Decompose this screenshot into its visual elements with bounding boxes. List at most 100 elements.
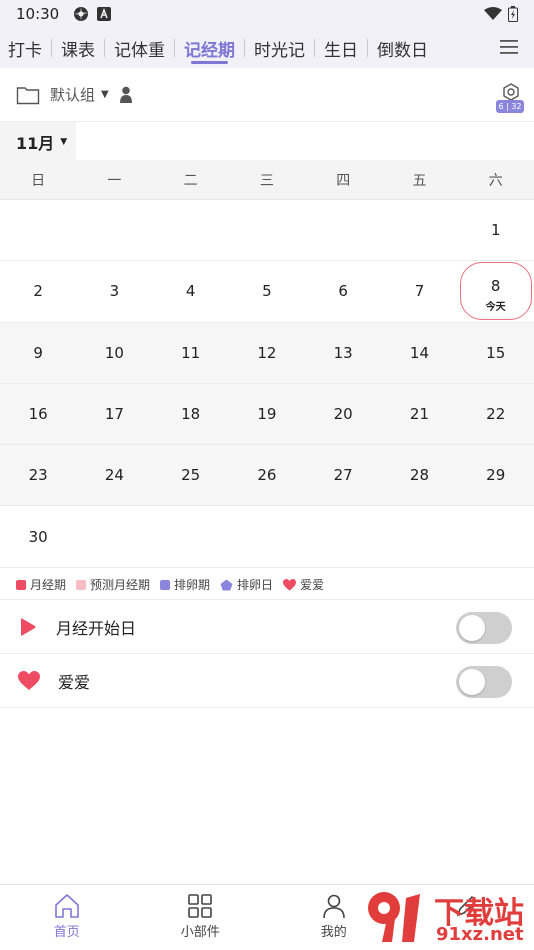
period-start-switch[interactable] <box>456 612 512 644</box>
calendar-week-row: 30 <box>0 506 534 568</box>
day-number: 25 <box>181 466 201 485</box>
calendar-day[interactable]: 13 <box>305 323 381 383</box>
watermark: 下载站 91xz.net <box>362 884 534 950</box>
tab-6[interactable]: 倒数日 <box>368 28 437 68</box>
camera-button[interactable]: 6 | 32 <box>496 82 524 116</box>
calendar-day[interactable]: 11 <box>153 323 229 383</box>
toggle-row-love: 爱爱 <box>0 655 534 708</box>
calendar-day[interactable]: 24 <box>76 445 152 505</box>
tab-5[interactable]: 生日 <box>315 28 367 68</box>
calendar-day[interactable]: 17 <box>76 384 152 444</box>
calendar-day[interactable]: 20 <box>305 384 381 444</box>
calendar-day[interactable]: 28 <box>381 445 457 505</box>
calendar-day[interactable]: 6 <box>305 261 381 321</box>
calendar-day[interactable]: 10 <box>76 323 152 383</box>
calendar-day[interactable]: 3 <box>76 261 152 321</box>
nav-widgets[interactable]: 小部件 <box>134 885 268 950</box>
calendar-day[interactable]: 5 <box>229 261 305 321</box>
calendar-day[interactable]: 4 <box>153 261 229 321</box>
person-icon[interactable] <box>119 86 133 104</box>
day-number: 14 <box>409 343 429 362</box>
legend-square-icon <box>76 579 87 590</box>
group-dropdown-caret-icon[interactable]: ▼ <box>101 89 109 100</box>
day-number: 27 <box>333 466 353 485</box>
grid-icon <box>188 894 213 918</box>
legend: 月经期 预测月经期 排卵期 排卵日 爱爱 <box>0 570 534 600</box>
day-number: 24 <box>104 466 124 485</box>
weekday-label: 六 <box>488 173 503 189</box>
switch-knob <box>459 669 485 695</box>
group-name[interactable]: 默认组 <box>50 84 95 105</box>
weekday-label: 四 <box>336 173 351 189</box>
calendar-week-row: 16 17 18 19 20 21 22 <box>0 383 534 446</box>
weekday-label: 二 <box>183 173 198 189</box>
calendar-day-today[interactable]: 8 今天 <box>459 262 532 321</box>
calendar-day[interactable]: 19 <box>229 384 305 444</box>
calendar-day[interactable]: 30 <box>0 506 76 566</box>
calendar-day[interactable]: 16 <box>0 384 76 444</box>
status-time: 10:30 <box>16 5 60 23</box>
calendar-day[interactable]: 23 <box>0 445 76 505</box>
day-number: 8 <box>490 277 501 296</box>
calendar-empty-cell <box>153 200 229 260</box>
day-number: 3 <box>109 282 120 301</box>
nav-label: 小部件 <box>180 925 220 940</box>
play-flag-icon <box>21 618 36 636</box>
day-number: 28 <box>409 466 429 485</box>
top-tab-bar: 打卡 课表 记体重 记经期 时光记 生日 倒数日 <box>0 28 534 68</box>
folder-icon[interactable] <box>16 85 40 105</box>
calendar-day[interactable]: 1 <box>458 200 534 260</box>
calendar-day[interactable]: 21 <box>381 384 457 444</box>
heart-icon <box>18 671 40 690</box>
day-number: 22 <box>486 405 506 424</box>
calendar-day[interactable]: 29 <box>458 445 534 505</box>
settings-wheel-icon <box>74 7 89 21</box>
calendar-day[interactable]: 27 <box>305 445 381 505</box>
calendar-day[interactable]: 2 <box>0 261 76 321</box>
legend-item: 排卵期 <box>160 576 210 593</box>
tab-1[interactable]: 课表 <box>52 28 104 68</box>
calendar-day[interactable]: 15 <box>458 323 534 383</box>
day-number: 26 <box>257 466 277 485</box>
calendar-empty-cell <box>305 506 381 566</box>
month-row: 11月 ▼ <box>0 122 534 162</box>
calendar-day[interactable]: 12 <box>229 323 305 383</box>
watermark-subtext: 91xz.net <box>436 924 524 945</box>
tab-0[interactable]: 打卡 <box>0 28 51 68</box>
menu-icon[interactable] <box>498 37 520 57</box>
wifi-icon <box>484 7 502 20</box>
calendar-day[interactable]: 26 <box>229 445 305 505</box>
day-number: 19 <box>257 405 277 424</box>
weekday-label: 一 <box>107 173 122 189</box>
calendar-empty-cell <box>153 506 229 566</box>
calendar-empty-cell <box>381 200 457 260</box>
calendar-empty-cell <box>76 506 152 566</box>
legend-item: 排卵日 <box>220 576 273 593</box>
calendar-day[interactable]: 25 <box>153 445 229 505</box>
tab-2[interactable]: 记体重 <box>105 28 174 68</box>
calendar-day[interactable]: 22 <box>458 384 534 444</box>
legend-pentagon-icon <box>220 579 233 590</box>
day-number: 9 <box>33 343 43 362</box>
day-number: 15 <box>486 343 506 362</box>
status-notification-icons <box>73 6 112 22</box>
day-number: 11 <box>181 343 201 362</box>
love-switch[interactable] <box>456 666 512 698</box>
nav-home[interactable]: 首页 <box>0 885 134 950</box>
month-header-bar <box>76 122 534 160</box>
calendar-day[interactable]: 14 <box>381 323 457 383</box>
calendar-week-row: 9 10 11 12 13 14 15 <box>0 322 534 384</box>
group-selector-row: 默认组 ▼ <box>0 68 534 122</box>
legend-square-icon <box>16 579 26 590</box>
day-number: 18 <box>181 405 201 424</box>
month-label: 11月 <box>16 134 55 153</box>
calendar-day[interactable]: 7 <box>381 261 457 321</box>
calendar-day[interactable]: 9 <box>0 323 76 383</box>
tab-3[interactable]: 记经期 <box>175 28 244 68</box>
day-number: 5 <box>262 282 272 301</box>
legend-item: 月经期 <box>16 576 66 593</box>
day-number: 2 <box>33 282 43 301</box>
month-selector[interactable]: 11月 ▼ <box>0 122 76 162</box>
tab-4[interactable]: 时光记 <box>245 28 314 68</box>
calendar-day[interactable]: 18 <box>153 384 229 444</box>
